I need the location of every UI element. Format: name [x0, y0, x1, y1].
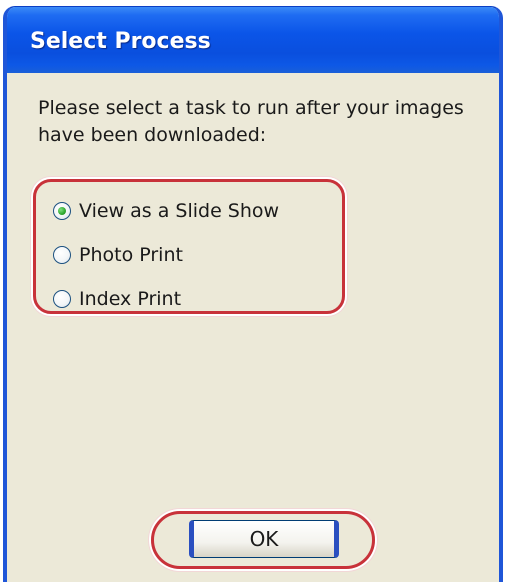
instruction-text: Please select a task to run after your i…	[38, 95, 488, 149]
instruction-line-1: Please select a task to run after your i…	[38, 97, 464, 119]
radio-option-slide-show[interactable]: View as a Slide Show	[53, 196, 279, 226]
window-title: Select Process	[30, 29, 211, 54]
radio-option-index-print[interactable]: Index Print	[53, 284, 181, 314]
select-process-window: Select Process Please select a task to r…	[3, 6, 503, 582]
title-bar[interactable]: Select Process	[7, 7, 499, 73]
ok-button[interactable]: OK	[189, 520, 339, 558]
ok-button-label: OK	[249, 527, 279, 551]
radio-button-photo-print[interactable]	[53, 246, 71, 264]
radio-label-index-print: Index Print	[79, 288, 182, 310]
radio-button-slide-show[interactable]	[53, 202, 71, 220]
instruction-line-2: have been downloaded:	[38, 124, 267, 146]
radio-label-slide-show: View as a Slide Show	[79, 200, 280, 222]
radio-selected-dot	[58, 207, 66, 215]
radio-label-photo-print: Photo Print	[79, 244, 183, 266]
radio-option-photo-print[interactable]: Photo Print	[53, 240, 183, 270]
radio-button-index-print[interactable]	[53, 290, 71, 308]
